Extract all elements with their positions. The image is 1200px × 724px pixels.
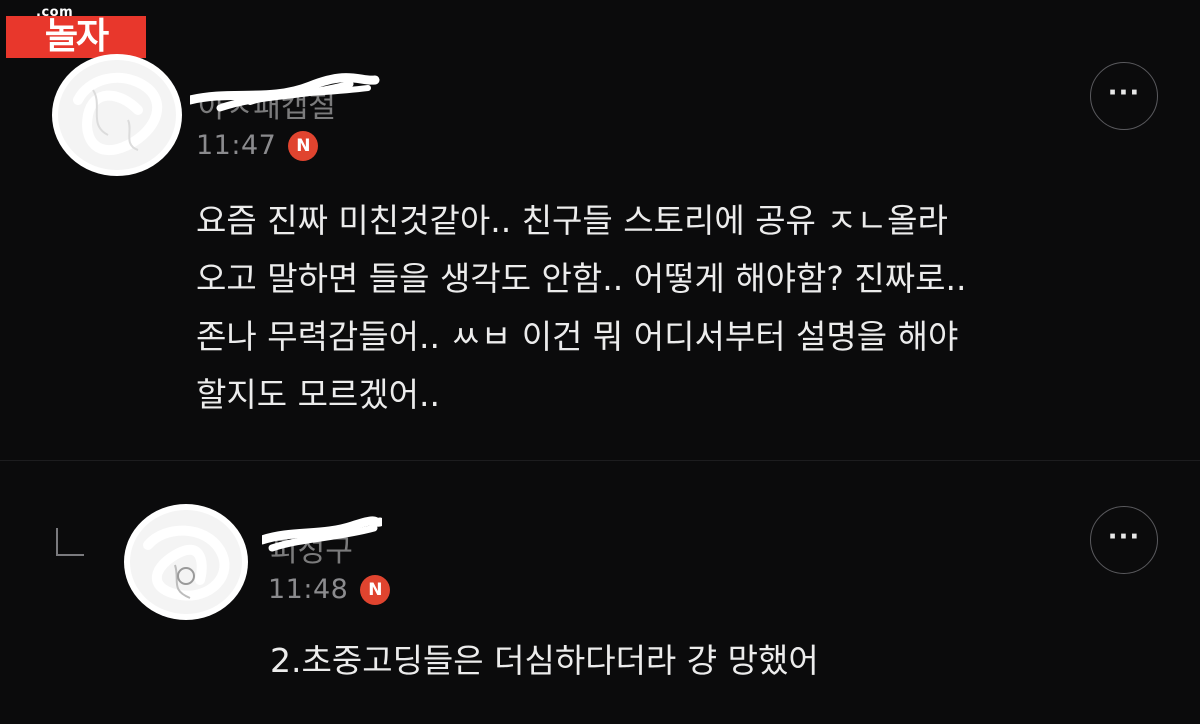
avatar[interactable] — [58, 60, 176, 170]
comment-body: 요즘 진짜 미친것같아.. 친구들 스토리에 공유 ㅈㄴ올라 오고 말하면 들을… — [196, 192, 966, 424]
reply-corner-icon — [56, 528, 84, 556]
comment-meta: 11:48 N — [268, 574, 391, 605]
comment-time: 11:47 — [196, 130, 277, 161]
avatar-scribble — [73, 72, 163, 156]
comment-line: 요즘 진짜 미친것같아.. 친구들 스토리에 공유 ㅈㄴ올라 — [196, 201, 948, 240]
comment-line: 존나 무력감들어.. ㅆㅂ 이건 뭐 어디서부터 설명을 해야 — [196, 317, 959, 356]
more-options-button[interactable]: ··· — [1090, 506, 1158, 574]
new-badge-icon: N — [288, 130, 319, 161]
more-horizontal-icon: ··· — [1107, 78, 1141, 108]
comment-line: 할지도 모르겠어.. — [196, 375, 440, 414]
avatar-scribble — [143, 525, 230, 601]
comment-line: 오고 말하면 들을 생각도 안함.. 어떻게 해야함? 진짜로.. — [196, 259, 967, 298]
more-options-button[interactable]: ··· — [1090, 62, 1158, 130]
comment-time: 11:48 — [268, 574, 349, 605]
more-horizontal-icon: ··· — [1107, 522, 1141, 552]
comment-meta: 11:47 N — [196, 130, 319, 161]
new-badge-icon: N — [360, 574, 391, 605]
author-name[interactable]: 아ㅈ패캡철 — [190, 72, 380, 125]
avatar[interactable] — [130, 510, 242, 614]
author-name[interactable]: 피성구 — [262, 516, 382, 569]
comment-line: 2.초중고딩들은 더심하다더라 걍 망했어 — [270, 641, 819, 680]
redaction-scribble — [190, 73, 380, 112]
comment-item: 아ㅈ패캡철 11:47 N ··· 요즘 진짜 미친것같아.. 친구들 스토리에… — [0, 0, 1200, 460]
comment-body: 2.초중고딩들은 더심하다더라 걍 망했어 — [270, 632, 819, 690]
redaction-scribble — [262, 516, 382, 552]
